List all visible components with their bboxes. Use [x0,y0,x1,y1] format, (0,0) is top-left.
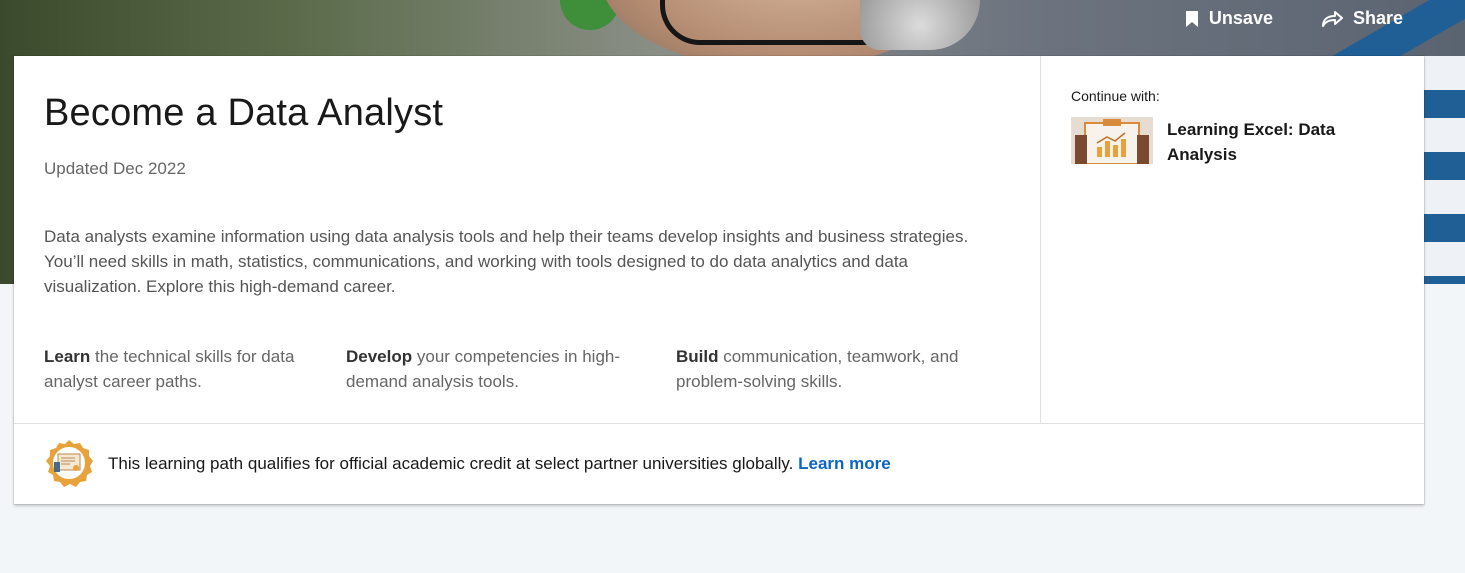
unsave-button[interactable]: Unsave [1185,8,1273,29]
highlight-build: Build communication, teamwork, and probl… [676,344,976,394]
updated-date: Updated Dec 2022 [44,159,186,178]
page-title: Become a Data Analyst [44,92,444,134]
course-thumbnail [1071,117,1153,164]
academic-credit-badge-icon [46,440,93,487]
course-title: Learning Excel: Data Analysis [1167,120,1336,164]
continue-panel: Continue with: Learning Excel: Data Anal… [1041,56,1424,423]
bookmark-icon [1185,10,1198,27]
share-arrow-icon [1321,10,1343,27]
highlight-learn: Learn the technical skills for data anal… [44,344,324,394]
highlight-bold: Learn [44,347,91,366]
academic-credit-text: This learning path qualifies for officia… [108,454,891,474]
continue-course-link[interactable]: Learning Excel: Data Analysis [1071,117,1357,167]
path-description: Data analysts examine information using … [44,227,969,296]
highlight-bold: Build [676,347,719,366]
academic-credit-banner: This learning path qualifies for officia… [14,423,1424,505]
learn-more-link[interactable]: Learn more [798,454,891,473]
share-label: Share [1352,8,1403,28]
share-button[interactable]: Share [1321,8,1403,29]
unsave-label: Unsave [1208,8,1273,28]
highlight-develop: Develop your competencies in high-demand… [346,344,646,394]
academic-credit-message: This learning path qualifies for officia… [108,454,794,473]
hero-photo-hair [860,0,980,50]
top-actions: Unsave Share [1185,8,1403,29]
continue-label: Continue with: [1071,88,1160,104]
highlight-text: communication, teamwork, and problem-sol… [676,347,959,391]
learning-path-card: Become a Data Analyst Updated Dec 2022 D… [14,56,1424,504]
path-overview: Become a Data Analyst Updated Dec 2022 D… [14,56,1041,423]
highlight-bold: Develop [346,347,413,366]
